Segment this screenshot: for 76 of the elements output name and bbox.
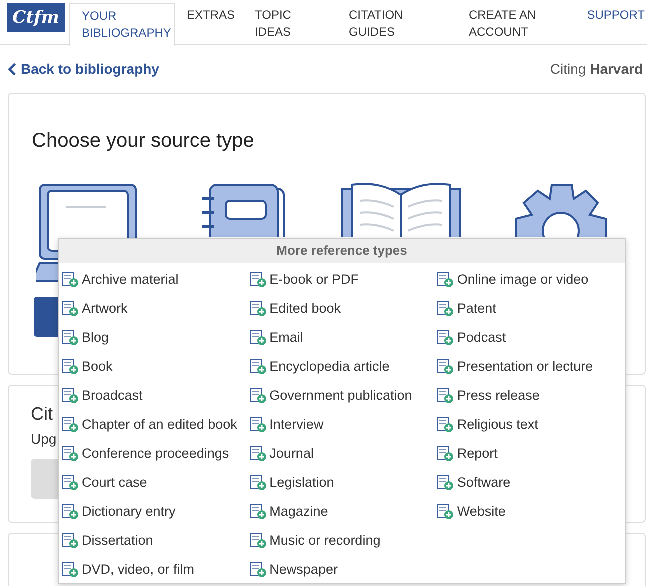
document-plus-icon — [437, 446, 454, 462]
card-title: Choose your source type — [32, 130, 256, 153]
document-plus-icon — [437, 388, 454, 404]
document-plus-icon — [250, 474, 267, 490]
document-plus-icon — [250, 416, 267, 432]
menu-item[interactable]: Encyclopedia article — [250, 352, 390, 381]
menu-item[interactable]: Music or recording — [250, 526, 381, 555]
menu-item[interactable]: Chapter of an edited book — [62, 410, 238, 439]
document-plus-icon — [250, 532, 267, 548]
nav-tab[interactable]: CITATION GUIDES — [337, 3, 451, 45]
menu-item[interactable]: Journal — [250, 439, 314, 468]
menu-item[interactable]: Website — [437, 497, 506, 526]
menu-item[interactable]: Court case — [62, 468, 148, 497]
menu-item[interactable]: Newspaper — [250, 555, 338, 584]
document-plus-icon — [250, 388, 267, 404]
document-plus-icon — [62, 416, 79, 432]
menu-item[interactable]: Archive material — [62, 265, 179, 294]
menu-item[interactable]: Book — [62, 352, 113, 381]
logo[interactable]: Ctfm — [7, 3, 65, 32]
document-plus-icon — [250, 330, 267, 346]
document-plus-icon — [250, 446, 267, 462]
document-plus-icon — [250, 504, 267, 520]
menu-item[interactable]: Press release — [437, 381, 540, 410]
menu-item[interactable]: Conference proceedings — [62, 439, 230, 468]
card-text: Upg — [31, 431, 57, 447]
card-title: Cit — [31, 404, 53, 425]
menu-item[interactable]: Online image or video — [437, 265, 589, 294]
chevron-left-icon — [8, 62, 17, 76]
menu-item[interactable]: Dissertation — [62, 526, 154, 555]
back-link[interactable]: Back to bibliography — [8, 61, 160, 77]
document-plus-icon — [437, 416, 454, 432]
menu-item[interactable]: DVD, video, or film — [62, 555, 195, 584]
menu-item[interactable]: Patent — [437, 294, 496, 323]
document-plus-icon — [437, 272, 454, 288]
document-plus-icon — [437, 358, 454, 374]
nav-tab[interactable]: CREATE AN ACCOUNT — [457, 3, 569, 45]
nav-tab[interactable]: EXTRAS — [175, 3, 243, 28]
document-plus-icon — [62, 300, 79, 316]
menu-item[interactable]: Presentation or lecture — [437, 352, 594, 381]
document-plus-icon — [62, 532, 79, 548]
citing-style: Citing Harvard — [550, 61, 643, 77]
document-plus-icon — [437, 330, 454, 346]
menu-item[interactable]: Government publication — [250, 381, 412, 410]
menu-item[interactable]: Religious text — [437, 410, 538, 439]
nav-tab[interactable]: TOPIC IDEAS — [243, 3, 331, 45]
menu-item[interactable]: Magazine — [250, 497, 328, 526]
document-plus-icon — [62, 330, 79, 346]
document-plus-icon — [437, 504, 454, 520]
menu-item[interactable]: E-book or PDF — [250, 265, 359, 294]
document-plus-icon — [62, 562, 79, 578]
document-plus-icon — [437, 474, 454, 490]
menu-item[interactable]: Legislation — [250, 468, 334, 497]
document-plus-icon — [62, 388, 79, 404]
menu-item[interactable]: Interview — [250, 410, 324, 439]
document-plus-icon — [250, 300, 267, 316]
menu-item[interactable]: Dictionary entry — [62, 497, 176, 526]
document-plus-icon — [62, 272, 79, 288]
menu-item[interactable]: Broadcast — [62, 381, 143, 410]
document-plus-icon — [62, 474, 79, 490]
nav-tab[interactable]: YOUR BIBLIOGRAPHY — [69, 3, 175, 46]
document-plus-icon — [250, 562, 267, 578]
menu-item[interactable]: Email — [250, 323, 304, 352]
menu-item[interactable]: Podcast — [437, 323, 506, 352]
document-plus-icon — [250, 358, 267, 374]
document-plus-icon — [250, 272, 267, 288]
menu-header: More reference types — [59, 239, 625, 263]
document-plus-icon — [62, 504, 79, 520]
menu-item[interactable]: Artwork — [62, 294, 128, 323]
menu-item[interactable]: Edited book — [250, 294, 341, 323]
menu-item[interactable]: Software — [437, 468, 511, 497]
menu-item[interactable]: Report — [437, 439, 498, 468]
nav-tab[interactable]: SUPPORT — [575, 3, 647, 28]
document-plus-icon — [62, 446, 79, 462]
menu-item[interactable]: Blog — [62, 323, 110, 352]
document-plus-icon — [437, 300, 454, 316]
document-plus-icon — [62, 358, 79, 374]
